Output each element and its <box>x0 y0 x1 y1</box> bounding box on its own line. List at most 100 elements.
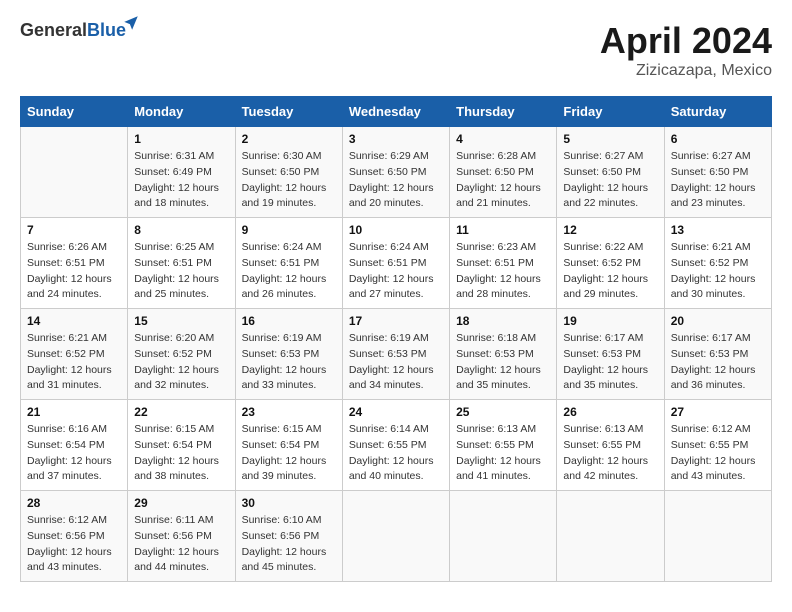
calendar-cell: 3 Sunrise: 6:29 AMSunset: 6:50 PMDaylight… <box>342 127 449 218</box>
month-title: April 2024 <box>600 20 772 62</box>
calendar-week-row: 28 Sunrise: 6:12 AMSunset: 6:56 PMDayligh… <box>21 491 772 582</box>
calendar-cell: 6Sunrise: 6:27 AMSunset: 6:50 PMDaylight… <box>664 127 771 218</box>
day-number: 2 <box>242 132 336 146</box>
day-number: 24 <box>349 405 443 419</box>
calendar-cell: 10 Sunrise: 6:24 AMSunset: 6:51 PMDayligh… <box>342 218 449 309</box>
logo-text-blue: Blue <box>87 20 126 40</box>
day-info: Sunrise: 6:17 AMSunset: 6:53 PMDaylight:… <box>563 331 657 394</box>
calendar-cell: 4 Sunrise: 6:28 AMSunset: 6:50 PMDaylight… <box>450 127 557 218</box>
day-info: Sunrise: 6:19 AMSunset: 6:53 PMDaylight:… <box>349 331 443 394</box>
day-info: Sunrise: 6:25 AMSunset: 6:51 PMDaylight:… <box>134 240 228 303</box>
day-number: 22 <box>134 405 228 419</box>
calendar-week-row: 14 Sunrise: 6:21 AMSunset: 6:52 PMDayligh… <box>21 309 772 400</box>
calendar-cell: 16 Sunrise: 6:19 AMSunset: 6:53 PMDayligh… <box>235 309 342 400</box>
day-number: 9 <box>242 223 336 237</box>
weekday-header-friday: Friday <box>557 97 664 127</box>
logo: GeneralBlue <box>20 20 126 41</box>
day-info: Sunrise: 6:12 AMSunset: 6:56 PMDaylight:… <box>27 513 121 576</box>
day-number: 1 <box>134 132 228 146</box>
day-info: Sunrise: 6:17 AMSunset: 6:53 PMDaylight:… <box>671 331 765 394</box>
day-info: Sunrise: 6:12 AMSunset: 6:55 PMDaylight:… <box>671 422 765 485</box>
calendar-cell <box>450 491 557 582</box>
day-info: Sunrise: 6:31 AMSunset: 6:49 PMDaylight:… <box>134 149 228 212</box>
calendar-cell: 12Sunrise: 6:22 AMSunset: 6:52 PMDayligh… <box>557 218 664 309</box>
weekday-header-sunday: Sunday <box>21 97 128 127</box>
day-number: 21 <box>27 405 121 419</box>
calendar-cell: 28 Sunrise: 6:12 AMSunset: 6:56 PMDayligh… <box>21 491 128 582</box>
calendar-cell: 27 Sunrise: 6:12 AMSunset: 6:55 PMDayligh… <box>664 400 771 491</box>
title-block: April 2024 Zizicazapa, Mexico <box>600 20 772 80</box>
day-info: Sunrise: 6:14 AMSunset: 6:55 PMDaylight:… <box>349 422 443 485</box>
calendar-cell: 26 Sunrise: 6:13 AMSunset: 6:55 PMDayligh… <box>557 400 664 491</box>
location: Zizicazapa, Mexico <box>600 62 772 80</box>
day-info: Sunrise: 6:21 AMSunset: 6:52 PMDaylight:… <box>671 240 765 303</box>
day-number: 19 <box>563 314 657 328</box>
day-info: Sunrise: 6:16 AMSunset: 6:54 PMDaylight:… <box>27 422 121 485</box>
day-info: Sunrise: 6:27 AMSunset: 6:50 PMDaylight:… <box>671 149 765 212</box>
calendar-cell: 5Sunrise: 6:27 AMSunset: 6:50 PMDaylight… <box>557 127 664 218</box>
day-number: 27 <box>671 405 765 419</box>
calendar-cell: 24 Sunrise: 6:14 AMSunset: 6:55 PMDayligh… <box>342 400 449 491</box>
calendar-week-row: 21 Sunrise: 6:16 AMSunset: 6:54 PMDayligh… <box>21 400 772 491</box>
calendar-cell: 14 Sunrise: 6:21 AMSunset: 6:52 PMDayligh… <box>21 309 128 400</box>
calendar-cell: 7 Sunrise: 6:26 AMSunset: 6:51 PMDaylight… <box>21 218 128 309</box>
day-info: Sunrise: 6:29 AMSunset: 6:50 PMDaylight:… <box>349 149 443 212</box>
day-number: 15 <box>134 314 228 328</box>
day-number: 25 <box>456 405 550 419</box>
calendar-cell: 18 Sunrise: 6:18 AMSunset: 6:53 PMDayligh… <box>450 309 557 400</box>
day-number: 3 <box>349 132 443 146</box>
day-number: 7 <box>27 223 121 237</box>
day-number: 28 <box>27 496 121 510</box>
day-info: Sunrise: 6:11 AMSunset: 6:56 PMDaylight:… <box>134 513 228 576</box>
day-number: 5 <box>563 132 657 146</box>
day-number: 10 <box>349 223 443 237</box>
calendar-cell: 8Sunrise: 6:25 AMSunset: 6:51 PMDaylight… <box>128 218 235 309</box>
calendar-cell: 1 Sunrise: 6:31 AMSunset: 6:49 PMDaylight… <box>128 127 235 218</box>
weekday-header-saturday: Saturday <box>664 97 771 127</box>
day-info: Sunrise: 6:24 AMSunset: 6:51 PMDaylight:… <box>242 240 336 303</box>
day-number: 30 <box>242 496 336 510</box>
day-info: Sunrise: 6:28 AMSunset: 6:50 PMDaylight:… <box>456 149 550 212</box>
day-info: Sunrise: 6:21 AMSunset: 6:52 PMDaylight:… <box>27 331 121 394</box>
calendar-cell: 2 Sunrise: 6:30 AMSunset: 6:50 PMDaylight… <box>235 127 342 218</box>
day-info: Sunrise: 6:22 AMSunset: 6:52 PMDaylight:… <box>563 240 657 303</box>
calendar-cell: 21 Sunrise: 6:16 AMSunset: 6:54 PMDayligh… <box>21 400 128 491</box>
calendar-cell: 13Sunrise: 6:21 AMSunset: 6:52 PMDayligh… <box>664 218 771 309</box>
weekday-header-tuesday: Tuesday <box>235 97 342 127</box>
day-number: 14 <box>27 314 121 328</box>
day-number: 23 <box>242 405 336 419</box>
calendar-cell: 29Sunrise: 6:11 AMSunset: 6:56 PMDayligh… <box>128 491 235 582</box>
weekday-header-wednesday: Wednesday <box>342 97 449 127</box>
day-info: Sunrise: 6:15 AMSunset: 6:54 PMDaylight:… <box>134 422 228 485</box>
calendar-cell: 25 Sunrise: 6:13 AMSunset: 6:55 PMDayligh… <box>450 400 557 491</box>
calendar-cell: 23Sunrise: 6:15 AMSunset: 6:54 PMDayligh… <box>235 400 342 491</box>
day-number: 18 <box>456 314 550 328</box>
day-info: Sunrise: 6:18 AMSunset: 6:53 PMDaylight:… <box>456 331 550 394</box>
calendar-cell: 9 Sunrise: 6:24 AMSunset: 6:51 PMDaylight… <box>235 218 342 309</box>
calendar-table: SundayMondayTuesdayWednesdayThursdayFrid… <box>20 96 772 582</box>
calendar-cell: 30Sunrise: 6:10 AMSunset: 6:56 PMDayligh… <box>235 491 342 582</box>
page-header: GeneralBlue April 2024 Zizicazapa, Mexic… <box>20 20 772 80</box>
day-info: Sunrise: 6:13 AMSunset: 6:55 PMDaylight:… <box>563 422 657 485</box>
calendar-cell: 17Sunrise: 6:19 AMSunset: 6:53 PMDayligh… <box>342 309 449 400</box>
logo-text-general: General <box>20 20 87 40</box>
calendar-cell <box>557 491 664 582</box>
day-number: 26 <box>563 405 657 419</box>
day-number: 11 <box>456 223 550 237</box>
weekday-header-monday: Monday <box>128 97 235 127</box>
calendar-cell: 19 Sunrise: 6:17 AMSunset: 6:53 PMDayligh… <box>557 309 664 400</box>
day-info: Sunrise: 6:24 AMSunset: 6:51 PMDaylight:… <box>349 240 443 303</box>
day-info: Sunrise: 6:13 AMSunset: 6:55 PMDaylight:… <box>456 422 550 485</box>
day-number: 16 <box>242 314 336 328</box>
day-number: 4 <box>456 132 550 146</box>
day-info: Sunrise: 6:26 AMSunset: 6:51 PMDaylight:… <box>27 240 121 303</box>
calendar-cell: 20Sunrise: 6:17 AMSunset: 6:53 PMDayligh… <box>664 309 771 400</box>
calendar-week-row: 7 Sunrise: 6:26 AMSunset: 6:51 PMDaylight… <box>21 218 772 309</box>
calendar-cell: 15Sunrise: 6:20 AMSunset: 6:52 PMDayligh… <box>128 309 235 400</box>
calendar-cell: 22 Sunrise: 6:15 AMSunset: 6:54 PMDayligh… <box>128 400 235 491</box>
day-info: Sunrise: 6:30 AMSunset: 6:50 PMDaylight:… <box>242 149 336 212</box>
calendar-cell: 11Sunrise: 6:23 AMSunset: 6:51 PMDayligh… <box>450 218 557 309</box>
day-info: Sunrise: 6:19 AMSunset: 6:53 PMDaylight:… <box>242 331 336 394</box>
logo-bird-icon <box>122 14 140 35</box>
calendar-cell <box>21 127 128 218</box>
